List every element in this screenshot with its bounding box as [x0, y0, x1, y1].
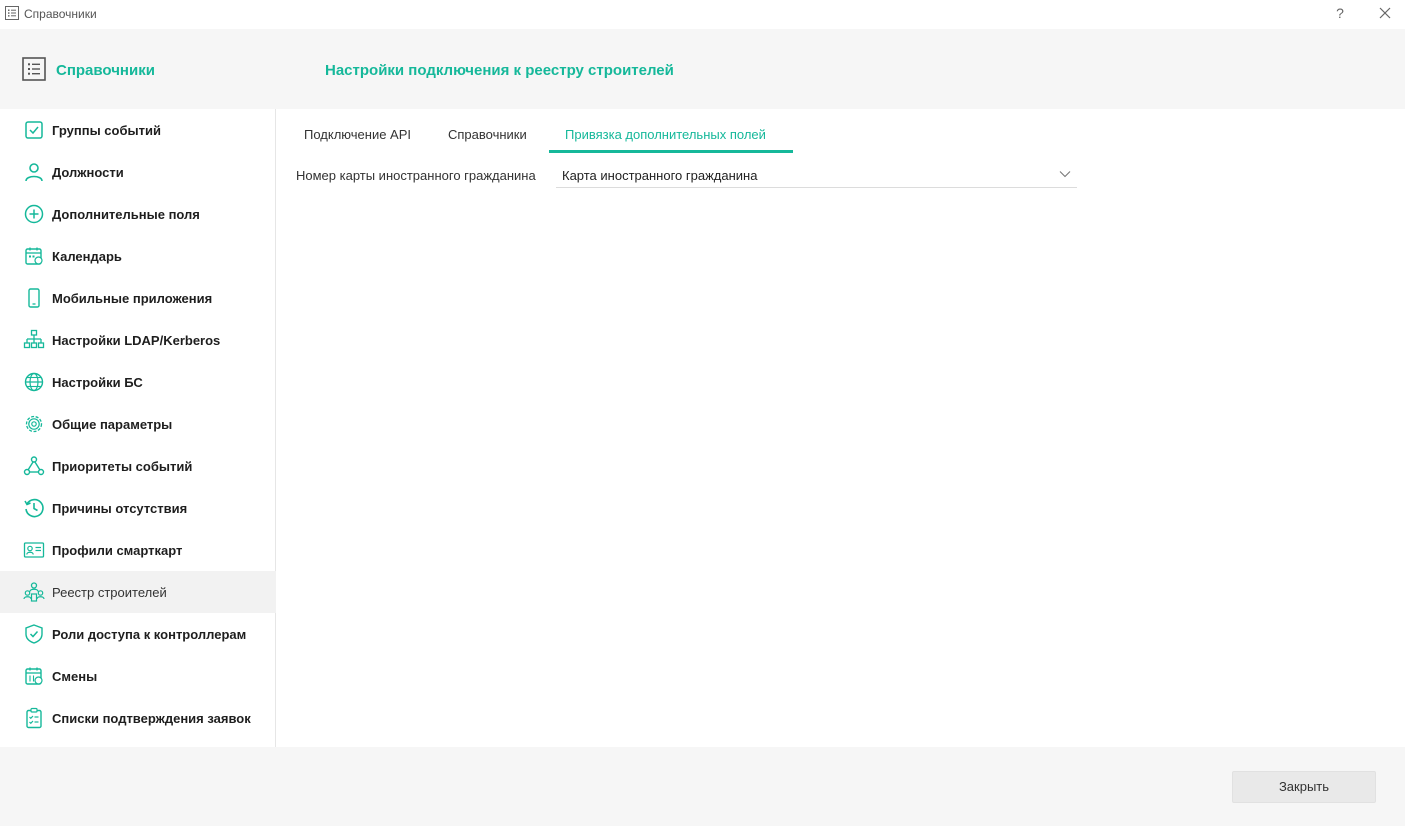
clipboard-check-icon — [26, 707, 42, 729]
shield-check-icon — [25, 624, 43, 644]
sidebar-item-label: Реестр строителей — [52, 585, 167, 600]
sidebar-item-label: Дополнительные поля — [52, 207, 200, 222]
id-card-icon — [23, 542, 45, 558]
calendar-icon — [25, 247, 43, 265]
page-title: Настройки подключения к реестру строител… — [325, 62, 674, 79]
window-title: Справочники — [24, 7, 97, 21]
gear-icon — [25, 415, 43, 433]
sidebar-item-label: Мобильные приложения — [52, 291, 213, 306]
sidebar-item-positions[interactable]: Должности — [0, 151, 276, 193]
history-icon — [24, 498, 44, 518]
sidebar-item-smartcard-profiles[interactable]: Профили смарткарт — [0, 529, 276, 571]
phone-icon — [28, 288, 40, 308]
tab-directories[interactable]: Справочники — [448, 127, 527, 153]
sidebar-item-label: Списки подтверждения заявок — [52, 711, 251, 726]
plus-circle-icon — [24, 204, 44, 224]
field-label: Номер карты иностранного гражданина — [296, 168, 536, 183]
sidebar-item-shifts[interactable]: Смены — [0, 655, 276, 697]
sidebar-item-label: Смены — [52, 669, 98, 684]
builders-icon — [23, 582, 45, 602]
close-button[interactable]: Закрыть — [1232, 771, 1376, 803]
sidebar-item-calendar[interactable]: Календарь — [0, 235, 276, 277]
sidebar-item-label: Группы событий — [52, 123, 161, 138]
checkbox-icon — [25, 121, 43, 139]
sidebar-item-general-params[interactable]: Общие параметры — [0, 403, 276, 445]
sidebar-item-mobile-apps[interactable]: Мобильные приложения — [0, 277, 276, 319]
close-icon[interactable] — [1377, 5, 1393, 21]
help-button[interactable]: ? — [1334, 5, 1346, 21]
active-tab-indicator — [549, 150, 793, 153]
sidebar-item-builders-registry[interactable]: Реестр строителей — [0, 571, 276, 613]
tab-api-connection[interactable]: Подключение API — [304, 127, 411, 153]
window-titlebar: Справочники ? — [0, 0, 1405, 29]
sidebar-item-label: Должности — [52, 165, 124, 180]
sidebar-item-additional-fields[interactable]: Дополнительные поля — [0, 193, 276, 235]
sidebar-item-label: Настройки LDAP/Kerberos — [52, 333, 221, 348]
network-icon — [23, 329, 45, 349]
sidebar-item-bs-settings[interactable]: Настройки БС — [0, 361, 276, 403]
page-header: Справочники Настройки подключения к реес… — [0, 29, 1405, 109]
list-icon — [22, 57, 46, 81]
footer: Закрыть — [0, 747, 1405, 826]
app-name: Справочники — [56, 62, 155, 79]
globe-icon — [24, 372, 44, 392]
sidebar-item-label: Причины отсутствия — [52, 501, 188, 516]
nodes-icon — [23, 456, 45, 476]
person-icon — [25, 163, 43, 182]
main-content: Подключение API Справочники Привязка доп… — [277, 109, 1405, 747]
list-icon — [5, 6, 19, 20]
sidebar-item-label: Роли доступа к контроллерам — [52, 627, 247, 642]
field-select[interactable]: Карта иностранного гражданина — [556, 162, 1077, 188]
sidebar: Группы событий Должности Дополнительные … — [0, 109, 276, 747]
sidebar-item-label: Приоритеты событий — [52, 459, 193, 474]
sidebar-item-label: Настройки БС — [52, 375, 143, 390]
sidebar-item-label: Общие параметры — [52, 417, 173, 432]
sidebar-item-absence-reasons[interactable]: Причины отсутствия — [0, 487, 276, 529]
calendar-clock-icon — [25, 667, 43, 685]
sidebar-item-controller-roles[interactable]: Роли доступа к контроллерам — [0, 613, 276, 655]
sidebar-item-event-groups[interactable]: Группы событий — [0, 109, 276, 151]
sidebar-item-event-priorities[interactable]: Приоритеты событий — [0, 445, 276, 487]
field-select-value: Карта иностранного гражданина — [562, 168, 758, 183]
sidebar-item-label: Профили смарткарт — [52, 543, 183, 558]
sidebar-item-approval-lists[interactable]: Списки подтверждения заявок — [0, 697, 276, 739]
sidebar-item-label: Календарь — [52, 249, 122, 264]
sidebar-item-ldap[interactable]: Настройки LDAP/Kerberos — [0, 319, 276, 361]
chevron-down-icon — [1059, 171, 1071, 178]
